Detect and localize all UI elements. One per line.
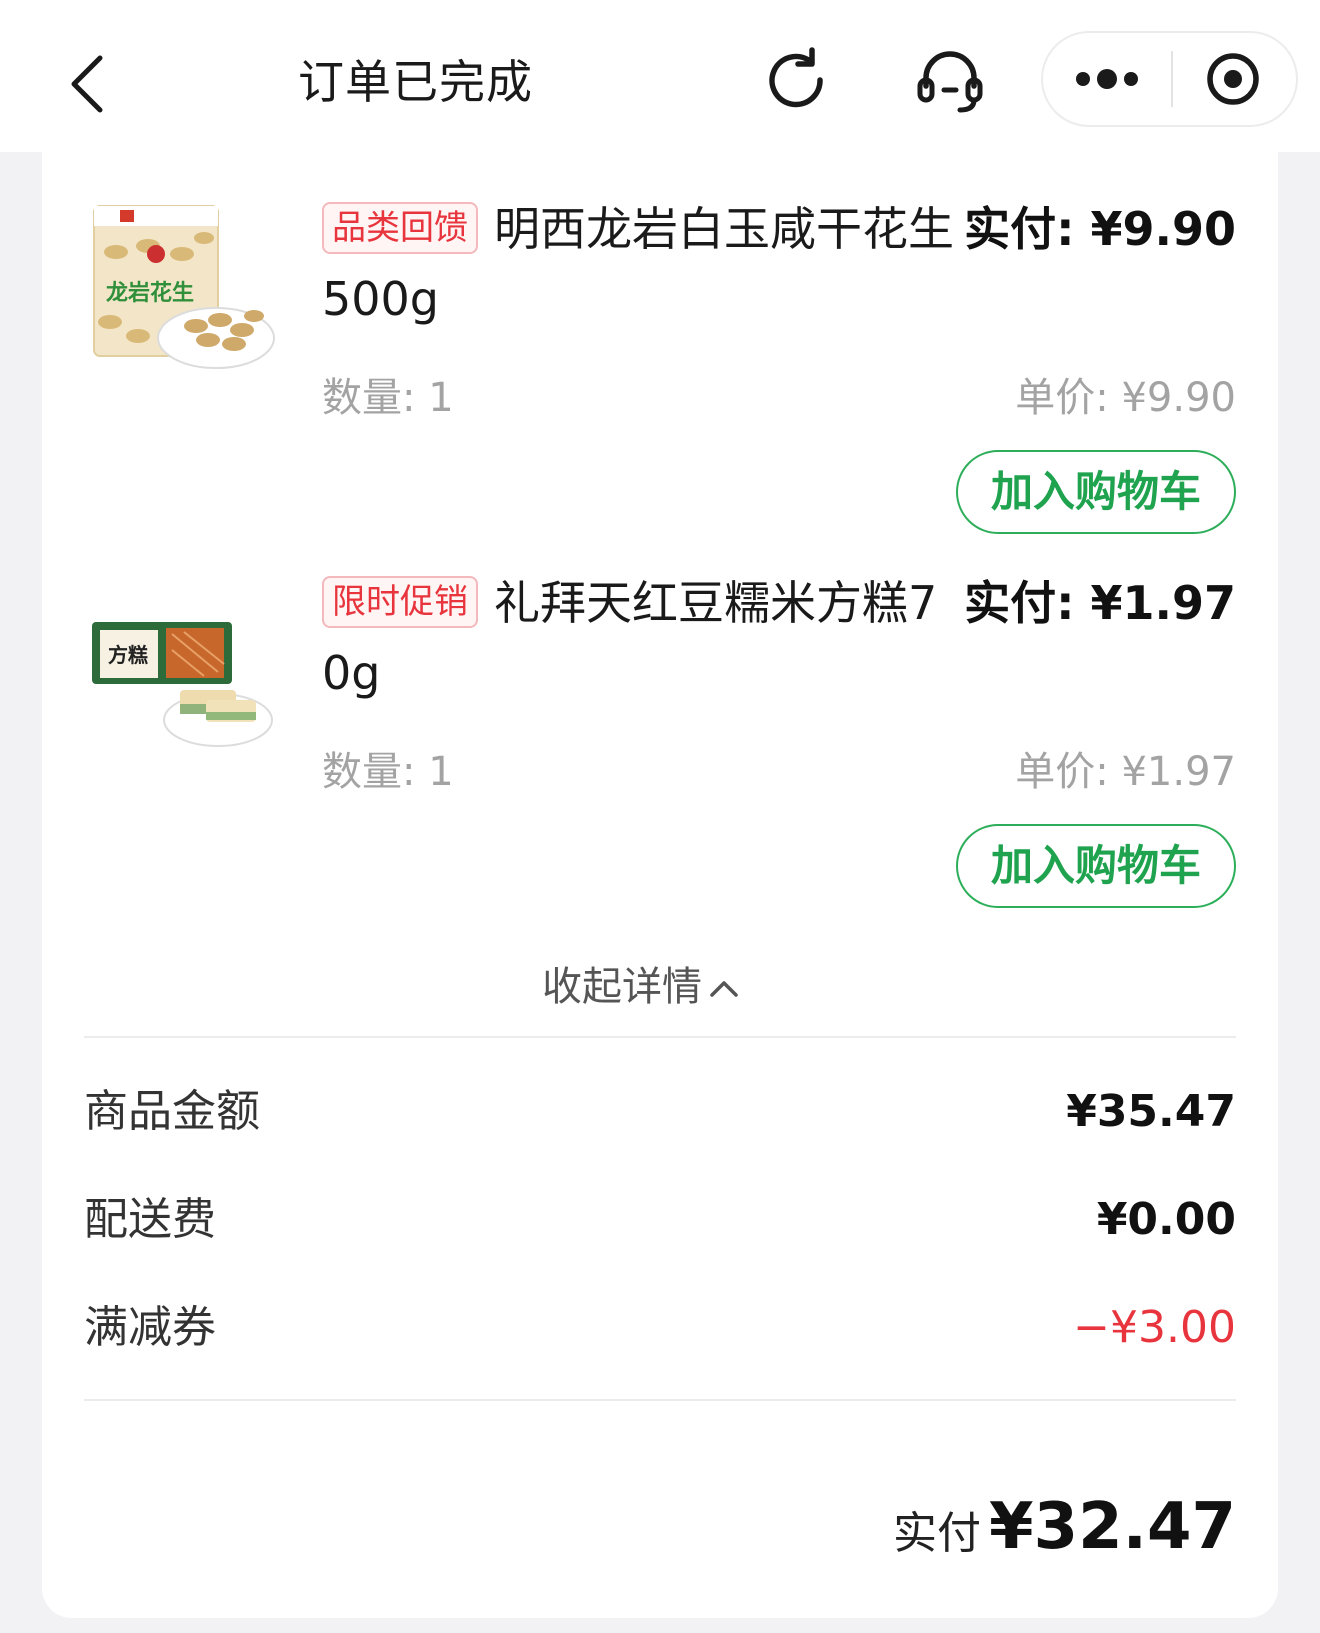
item-unit-price: 单价: ¥9.90 [1015, 375, 1236, 421]
product-image[interactable]: 方糕 [86, 582, 276, 772]
total-label: 实付 [893, 1508, 982, 1559]
goods-amount-value: ¥35.47 [1066, 1086, 1236, 1137]
section-divider [84, 1036, 1236, 1038]
item-quantity: 数量: 1 [322, 749, 454, 795]
product-package-text: 方糕 [108, 643, 148, 667]
close-mini-program-button[interactable] [1173, 33, 1297, 125]
coupon-label: 满减券 [84, 1302, 216, 1353]
total-value: ¥32.47 [989, 1490, 1236, 1564]
refresh-button[interactable] [762, 46, 832, 116]
delivery-fee-value: ¥0.00 [1096, 1194, 1236, 1245]
coupon-value: −¥3.00 [1073, 1302, 1236, 1353]
collapse-details-label: 收起详情 [542, 964, 702, 1010]
customer-service-button[interactable] [914, 46, 986, 116]
mini-program-capsule [1041, 31, 1298, 127]
total-row: 实付 ¥32.47 [893, 1490, 1236, 1564]
product-package-text: 龙岩花生 [106, 280, 194, 306]
item-quantity: 数量: 1 [322, 375, 454, 421]
refresh-icon [769, 47, 823, 108]
order-item: 方糕 限时促销 礼拜天红豆糯米方糕70g 实付: ¥1.97 数量: 1 单价:… [42, 572, 1278, 952]
add-to-cart-button[interactable]: 加入购物车 [956, 450, 1236, 534]
product-image[interactable]: 龙岩花生 [86, 202, 276, 392]
page-title: 订单已完成 [298, 55, 533, 109]
chevron-up-icon [710, 981, 738, 997]
delivery-fee-label: 配送费 [84, 1194, 216, 1245]
product-name[interactable]: 礼拜天红豆糯米方糕70g [322, 568, 962, 708]
item-unit-price: 单价: ¥1.97 [1015, 749, 1236, 795]
section-divider [84, 1399, 1236, 1401]
nav-header: 订单已完成 [0, 0, 1320, 152]
more-button[interactable] [1043, 33, 1171, 125]
headset-icon [917, 51, 983, 113]
add-to-cart-button[interactable]: 加入购物车 [956, 824, 1236, 908]
order-item: 龙岩花生 品类回馈 明西龙岩白玉咸干花生500g 实付: ¥9.90 数量: 1… [42, 192, 1278, 572]
back-icon [71, 55, 103, 113]
more-icon [1076, 69, 1138, 89]
item-paid-amount: 实付: ¥1.97 [964, 576, 1236, 630]
order-detail-card: 龙岩花生 品类回馈 明西龙岩白玉咸干花生500g 实付: ¥9.90 数量: 1… [42, 152, 1278, 1618]
goods-amount-label: 商品金额 [84, 1086, 260, 1137]
item-paid-amount: 实付: ¥9.90 [964, 202, 1236, 256]
back-button[interactable] [62, 44, 118, 124]
collapse-details-button[interactable]: 收起详情 [542, 952, 782, 1022]
product-name[interactable]: 明西龙岩白玉咸干花生500g [322, 194, 962, 334]
target-icon [1207, 53, 1259, 105]
